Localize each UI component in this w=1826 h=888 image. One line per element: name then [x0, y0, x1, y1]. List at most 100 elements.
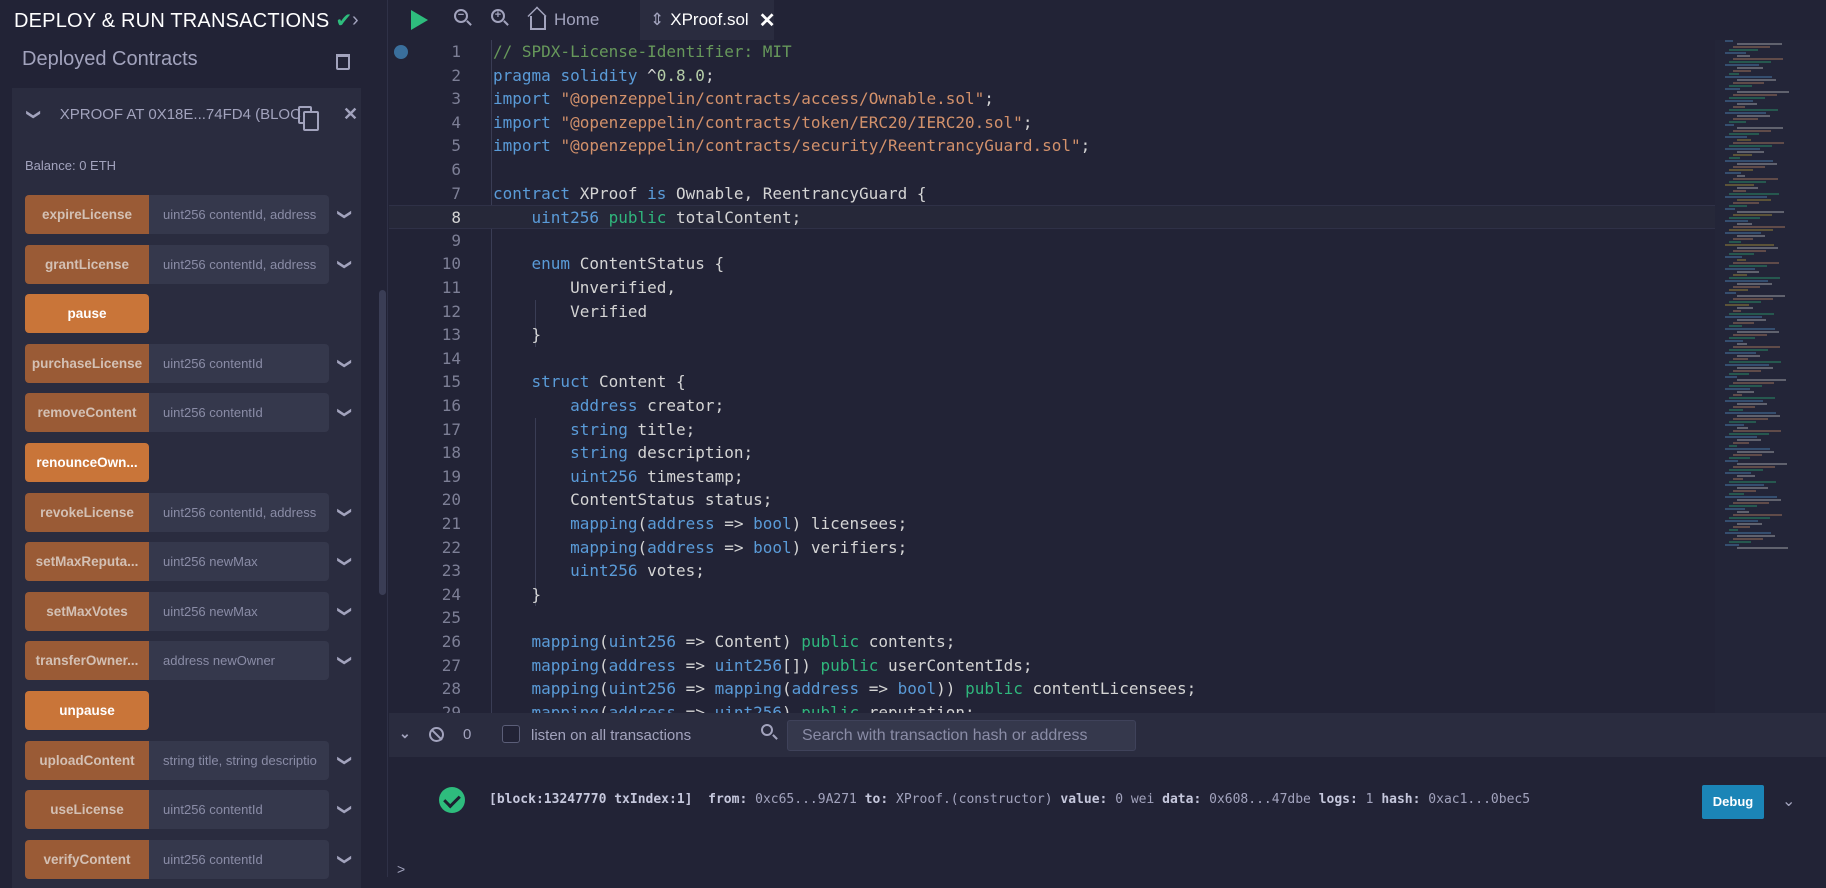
function-button[interactable]: uploadContent [25, 740, 149, 780]
minimap-line [1725, 496, 1777, 498]
code-line[interactable]: 15 struct Content { [389, 370, 1715, 394]
code-line[interactable]: 14 [389, 347, 1715, 371]
chevron-down-icon[interactable]: ❯ [336, 209, 353, 221]
code-line[interactable]: 16 address creator; [389, 394, 1715, 418]
minimap[interactable] [1715, 40, 1826, 713]
code-line[interactable]: 12 Verified [389, 300, 1715, 324]
function-params-input[interactable]: uint256 contentId [149, 790, 329, 830]
chevron-right-icon[interactable]: › [352, 9, 359, 32]
chevron-down-icon[interactable]: ❯ [336, 407, 353, 419]
code-token: votes; [637, 561, 705, 581]
minimap-line [1729, 121, 1746, 123]
zoom-in-icon[interactable]: + [491, 9, 505, 23]
function-button[interactable]: useLicense [25, 790, 149, 830]
function-params-input[interactable]: uint256 contentId [149, 393, 329, 433]
line-number: 20 [441, 490, 461, 510]
console-prompt[interactable]: > [397, 861, 405, 877]
chevron-down-icon[interactable]: ❯ [336, 754, 353, 766]
function-button[interactable]: removeContent [25, 393, 149, 433]
code-line[interactable]: 3 import "@openzeppelin/contracts/access/… [389, 87, 1715, 111]
expand-transaction-icon[interactable]: ⌄ [1782, 791, 1795, 811]
function-button[interactable]: revokeLicense [25, 492, 149, 532]
function-button[interactable]: verifyContent [25, 839, 149, 879]
function-params-input[interactable]: uint256 contentId, address [149, 492, 329, 532]
minimap-line [1733, 58, 1783, 60]
collapse-terminal-icon[interactable]: ⌄ [399, 725, 411, 742]
function-params-input[interactable]: address newOwner [149, 641, 329, 681]
clear-console-icon[interactable] [429, 727, 444, 742]
function-params-input[interactable]: uint256 contentId, address [149, 244, 329, 284]
zoom-out-icon[interactable]: − [454, 9, 468, 23]
code-line[interactable]: 28 mapping(uint256 => mapping(address =>… [389, 677, 1715, 701]
chevron-down-icon[interactable]: ❯ [336, 853, 353, 865]
tab-xproof-sol[interactable]: ⇕ XProof.sol ✕ [640, 0, 776, 40]
function-button[interactable]: setMaxVotes [25, 591, 149, 631]
code-line[interactable]: 25 [389, 606, 1715, 630]
function-button[interactable]: grantLicense [25, 244, 149, 284]
function-params-input[interactable]: uint256 newMax [149, 542, 329, 582]
code-line[interactable]: 6 [389, 158, 1715, 182]
function-button[interactable]: unpause [25, 691, 149, 730]
function-button[interactable]: pause [25, 294, 149, 334]
code-line[interactable]: 22 mapping(address => bool) verifiers; [389, 536, 1715, 560]
contract-header[interactable]: ❯ XPROOF AT 0X18E...74FD4 (BLOC [25, 106, 301, 123]
code-line[interactable]: 26 mapping(uint256 => Content) public co… [389, 630, 1715, 654]
function-params-input[interactable]: uint256 newMax [149, 591, 329, 631]
code-line[interactable]: 23 uint256 votes; [389, 559, 1715, 583]
function-button[interactable]: expireLicense [25, 195, 149, 234]
minimap-line [1733, 46, 1770, 48]
transaction-search-input[interactable] [787, 720, 1136, 751]
line-number: 9 [451, 230, 461, 250]
transaction-log[interactable]: [block:13247770 txIndex:1] from: 0xc65..… [489, 792, 1530, 807]
minimap-line [1729, 193, 1779, 195]
listen-checkbox[interactable] [502, 725, 520, 743]
code-line[interactable]: 8 uint256 public totalContent; [389, 205, 1715, 229]
code-editor[interactable]: 1// SPDX-License-Identifier: MIT 2 pragma … [389, 40, 1715, 713]
function-params-input[interactable]: uint256 contentId [149, 839, 329, 879]
function-params-input[interactable]: uint256 contentId, address [149, 195, 329, 234]
close-tab-icon[interactable]: ✕ [759, 8, 776, 33]
function-params-input[interactable]: string title, string descriptio [149, 740, 329, 780]
close-icon[interactable]: ✕ [343, 104, 358, 125]
code-line[interactable]: 4 import "@openzeppelin/contracts/token/E… [389, 111, 1715, 135]
code-line[interactable]: 10 enum ContentStatus { [389, 252, 1715, 276]
debug-button[interactable]: Debug [1702, 785, 1764, 819]
function-params-input[interactable]: uint256 contentId [149, 343, 329, 383]
minimap-line [1729, 133, 1759, 135]
chevron-down-icon[interactable]: ❯ [336, 357, 353, 369]
code-line[interactable]: 11 Unverified, [389, 276, 1715, 300]
code-line[interactable]: 17 string title; [389, 418, 1715, 442]
code-line[interactable]: 7 contract XProof is Ownable, ReentrancyG… [389, 182, 1715, 206]
chevron-down-icon[interactable]: ❯ [336, 605, 353, 617]
function-button[interactable]: transferOwner... [25, 641, 149, 681]
tab-home[interactable]: Home [530, 0, 599, 40]
function-button[interactable]: purchaseLicense [25, 343, 149, 383]
code-line[interactable]: 19 uint256 timestamp; [389, 465, 1715, 489]
chevron-down-icon[interactable]: ❯ [336, 804, 353, 816]
minimap-line [1737, 463, 1787, 465]
code-line[interactable]: 24 } [389, 583, 1715, 607]
code-line[interactable]: 27 mapping(address => uint256[]) public … [389, 654, 1715, 678]
code-line[interactable]: 13 } [389, 323, 1715, 347]
copy-icon[interactable] [298, 106, 319, 131]
code-line[interactable]: 21 mapping(address => bool) licensees; [389, 512, 1715, 536]
chevron-down-icon[interactable]: ❯ [25, 109, 42, 121]
chevron-down-icon[interactable]: ❯ [336, 655, 353, 667]
breakpoint-icon[interactable] [394, 45, 408, 59]
sidebar-scrollbar[interactable] [379, 290, 386, 595]
code-line[interactable]: 9 [389, 229, 1715, 253]
code-line[interactable]: 20 ContentStatus status; [389, 488, 1715, 512]
chevron-down-icon[interactable]: ❯ [336, 258, 353, 270]
trash-icon[interactable] [336, 54, 350, 70]
function-button[interactable]: renounceOwn... [25, 443, 149, 482]
code-line[interactable]: 2 pragma solidity ^0.8.0; [389, 64, 1715, 88]
code-line[interactable]: 1// SPDX-License-Identifier: MIT [389, 40, 1715, 64]
minimap-line [1737, 535, 1775, 537]
chevron-down-icon[interactable]: ❯ [336, 556, 353, 568]
code-line[interactable]: 18 string description; [389, 441, 1715, 465]
code-line[interactable]: 29 mapping(address => uint256) public re… [389, 701, 1715, 713]
code-line[interactable]: 5 import "@openzeppelin/contracts/securit… [389, 134, 1715, 158]
function-button[interactable]: setMaxReputa... [25, 542, 149, 582]
chevron-down-icon[interactable]: ❯ [336, 506, 353, 518]
run-icon[interactable] [411, 10, 428, 30]
